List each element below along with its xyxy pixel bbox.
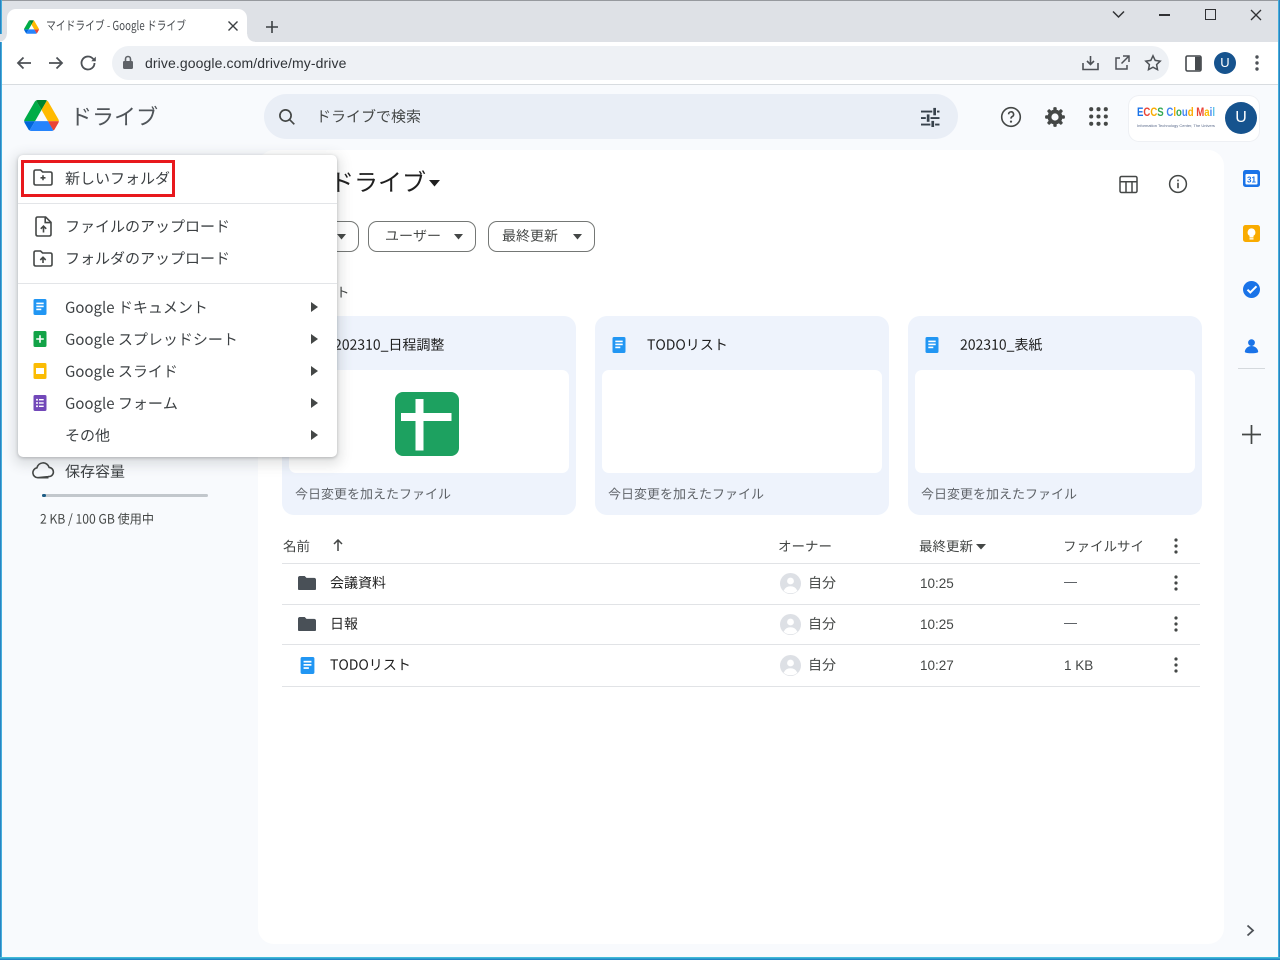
svg-text:31: 31 xyxy=(1247,175,1256,184)
